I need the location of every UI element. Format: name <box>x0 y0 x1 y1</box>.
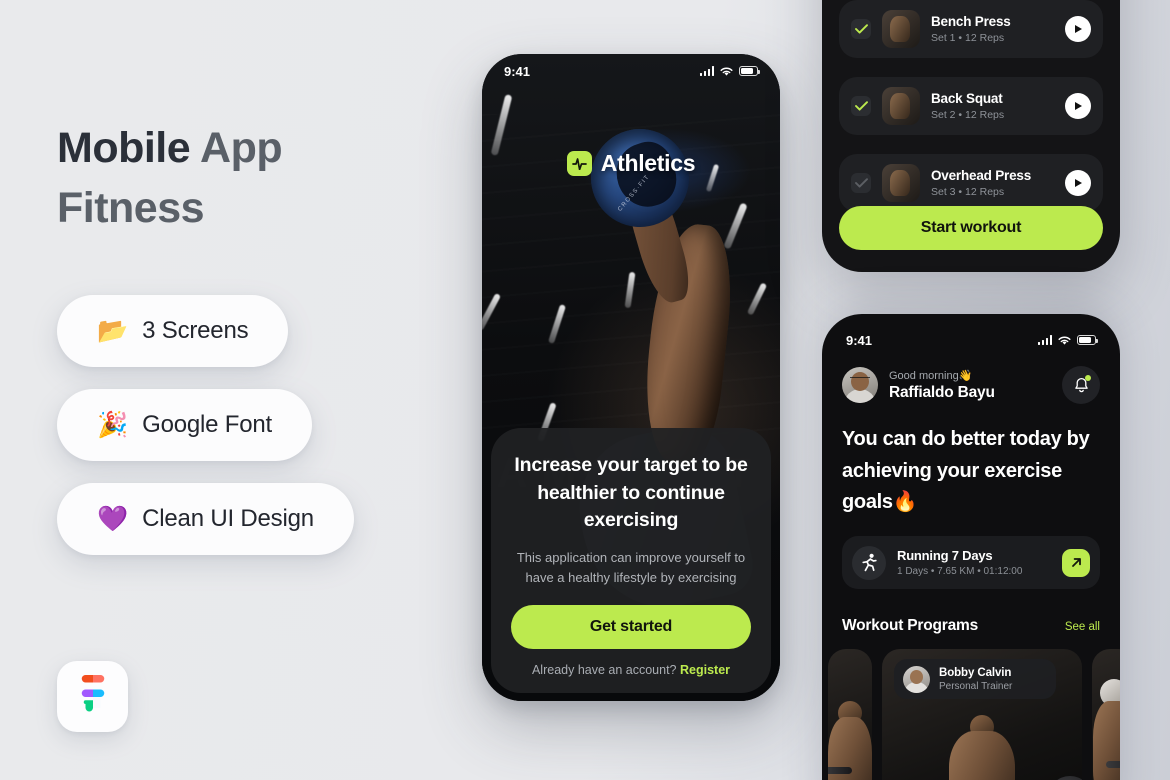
get-started-button[interactable]: Get started <box>511 605 751 649</box>
running-meta: Running 7 Days 1 Days • 7.65 KM • 01:12:… <box>897 548 1051 577</box>
greeting-label: Good morning👋 <box>889 369 973 382</box>
program-card-next[interactable] <box>1092 649 1120 780</box>
exercise-meta: Back Squat Set 2 • 12 Reps <box>931 91 1054 121</box>
status-bar-indicators <box>1037 335 1099 346</box>
notification-bell-icon[interactable] <box>1062 366 1100 404</box>
play-icon[interactable] <box>1065 16 1091 42</box>
avatar <box>903 665 930 693</box>
exercise-row-overhead-press[interactable]: Overhead Press Set 3 • 12 Reps <box>839 154 1103 212</box>
heartbeat-pulse-icon <box>566 151 592 176</box>
see-all-link[interactable]: See all <box>1065 621 1100 633</box>
battery-icon <box>1077 335 1099 345</box>
feature-badge-label: Clean UI Design <box>142 505 314 532</box>
onboarding-footer: Already have an account? Register <box>511 663 751 677</box>
trainer-name: Bobby Calvin <box>939 666 1012 679</box>
purple-heart-emoji: 💜 <box>97 504 129 533</box>
exercise-list: Bench Press Set 1 • 12 Reps Back Squat S… <box>839 0 1103 231</box>
onboarding-subtext: This application can improve yourself to… <box>516 550 746 585</box>
status-bar: 9:41 <box>822 326 1120 354</box>
program-card-active[interactable]: Bobby Calvin Personal Trainer <box>882 649 1082 780</box>
wifi-icon <box>1058 336 1071 345</box>
feature-badge-list: 📂 3 Screens 🎉 Google Font 💜 Clean UI Des… <box>57 295 354 577</box>
notification-dot <box>1085 375 1091 381</box>
feature-badge-clean-ui[interactable]: 💜 Clean UI Design <box>57 483 354 555</box>
exercise-title: Back Squat <box>931 91 1003 106</box>
check-icon[interactable] <box>851 96 871 116</box>
running-subtitle: 1 Days • 7.65 KM • 01:12:00 <box>897 566 1023 577</box>
page-title: Mobile App Fitness <box>57 118 417 238</box>
running-stats-card[interactable]: Running 7 Days 1 Days • 7.65 KM • 01:12:… <box>842 536 1100 589</box>
wifi-icon <box>720 67 733 76</box>
figma-app-tile[interactable] <box>57 661 128 732</box>
exercise-thumbnail <box>882 87 920 125</box>
trainer-role: Personal Trainer <box>939 680 1013 692</box>
cellular-signal-icon <box>1037 335 1052 345</box>
user-name: Raffialdo Bayu <box>889 383 995 401</box>
home-headline: You can do better today by achieving you… <box>842 428 1090 514</box>
section-header-workout-programs: Workout Programs See all <box>842 617 1100 635</box>
exercise-meta: Bench Press Set 1 • 12 Reps <box>931 14 1054 44</box>
feature-badge-label: 3 Screens <box>142 317 249 344</box>
trainer-meta: Bobby Calvin Personal Trainer <box>939 667 1012 692</box>
left-info-panel: Mobile App Fitness <box>57 118 417 238</box>
feature-badge-label: Google Font <box>142 411 273 438</box>
exercise-thumbnail <box>882 10 920 48</box>
play-icon[interactable] <box>1065 93 1091 119</box>
exercise-title: Bench Press <box>931 14 1011 29</box>
greeting-header: Good morning👋 Raffialdo Bayu <box>842 366 1100 404</box>
start-workout-button[interactable]: Start workout <box>839 206 1103 250</box>
greeting-text: Good morning👋 Raffialdo Bayu <box>889 369 1051 402</box>
battery-icon <box>739 66 761 76</box>
app-brand-name: Athletics <box>600 150 696 176</box>
exercise-subtitle: Set 3 • 12 Reps <box>931 186 1005 198</box>
trainer-chip[interactable]: Bobby Calvin Personal Trainer <box>894 659 1056 699</box>
exercise-subtitle: Set 1 • 12 Reps <box>931 32 1005 44</box>
cellular-signal-icon <box>699 66 714 76</box>
medicine-ball: CROSS·FIT <box>591 129 689 227</box>
feature-badge-screens[interactable]: 📂 3 Screens <box>57 295 289 367</box>
status-bar-time: 9:41 <box>846 332 873 348</box>
register-link[interactable]: Register <box>680 663 730 677</box>
folder-emoji: 📂 <box>97 316 129 345</box>
workout-list-phone-mockup: Bench Press Set 1 • 12 Reps Back Squat S… <box>822 0 1120 272</box>
check-icon[interactable] <box>851 173 871 193</box>
onboarding-footer-text: Already have an account? <box>531 663 680 677</box>
arrow-up-right-icon[interactable] <box>1062 548 1090 577</box>
exercise-row-back-squat[interactable]: Back Squat Set 2 • 12 Reps <box>839 77 1103 135</box>
home-phone-mockup: 9:41 Good morning👋 Raffialdo Bayu You ca… <box>822 314 1120 780</box>
page-title-part-1: Mobile <box>57 124 201 172</box>
exercise-meta: Overhead Press Set 3 • 12 Reps <box>931 168 1054 198</box>
running-title: Running 7 Days <box>897 548 993 563</box>
exercise-row-bench-press[interactable]: Bench Press Set 1 • 12 Reps <box>839 0 1103 58</box>
exercise-title: Overhead Press <box>931 168 1032 183</box>
avatar[interactable] <box>842 367 878 403</box>
exercise-thumbnail <box>882 164 920 202</box>
status-bar-time: 9:41 <box>504 63 531 79</box>
status-bar-indicators <box>699 66 761 77</box>
feature-badge-google-font[interactable]: 🎉 Google Font <box>57 389 313 461</box>
party-popper-emoji: 🎉 <box>97 410 129 439</box>
onboarding-headline: Increase your target to be healthier to … <box>514 453 748 532</box>
check-icon[interactable] <box>851 19 871 39</box>
status-bar: 9:41 <box>482 54 780 88</box>
app-brand: Athletics <box>482 150 780 177</box>
onboarding-phone-mockup: AMI VET CROSS·FIT 9:41 <box>482 54 780 701</box>
section-title: Workout Programs <box>842 617 979 634</box>
play-icon[interactable] <box>1065 170 1091 196</box>
exercise-subtitle: Set 2 • 12 Reps <box>931 109 1005 121</box>
workout-programs-carousel[interactable]: Bobby Calvin Personal Trainer <box>822 649 1120 780</box>
figma-logo-icon <box>81 675 104 712</box>
onboarding-card: Increase your target to be healthier to … <box>491 427 771 693</box>
program-card-previous[interactable] <box>828 649 872 780</box>
running-person-icon <box>852 545 886 580</box>
